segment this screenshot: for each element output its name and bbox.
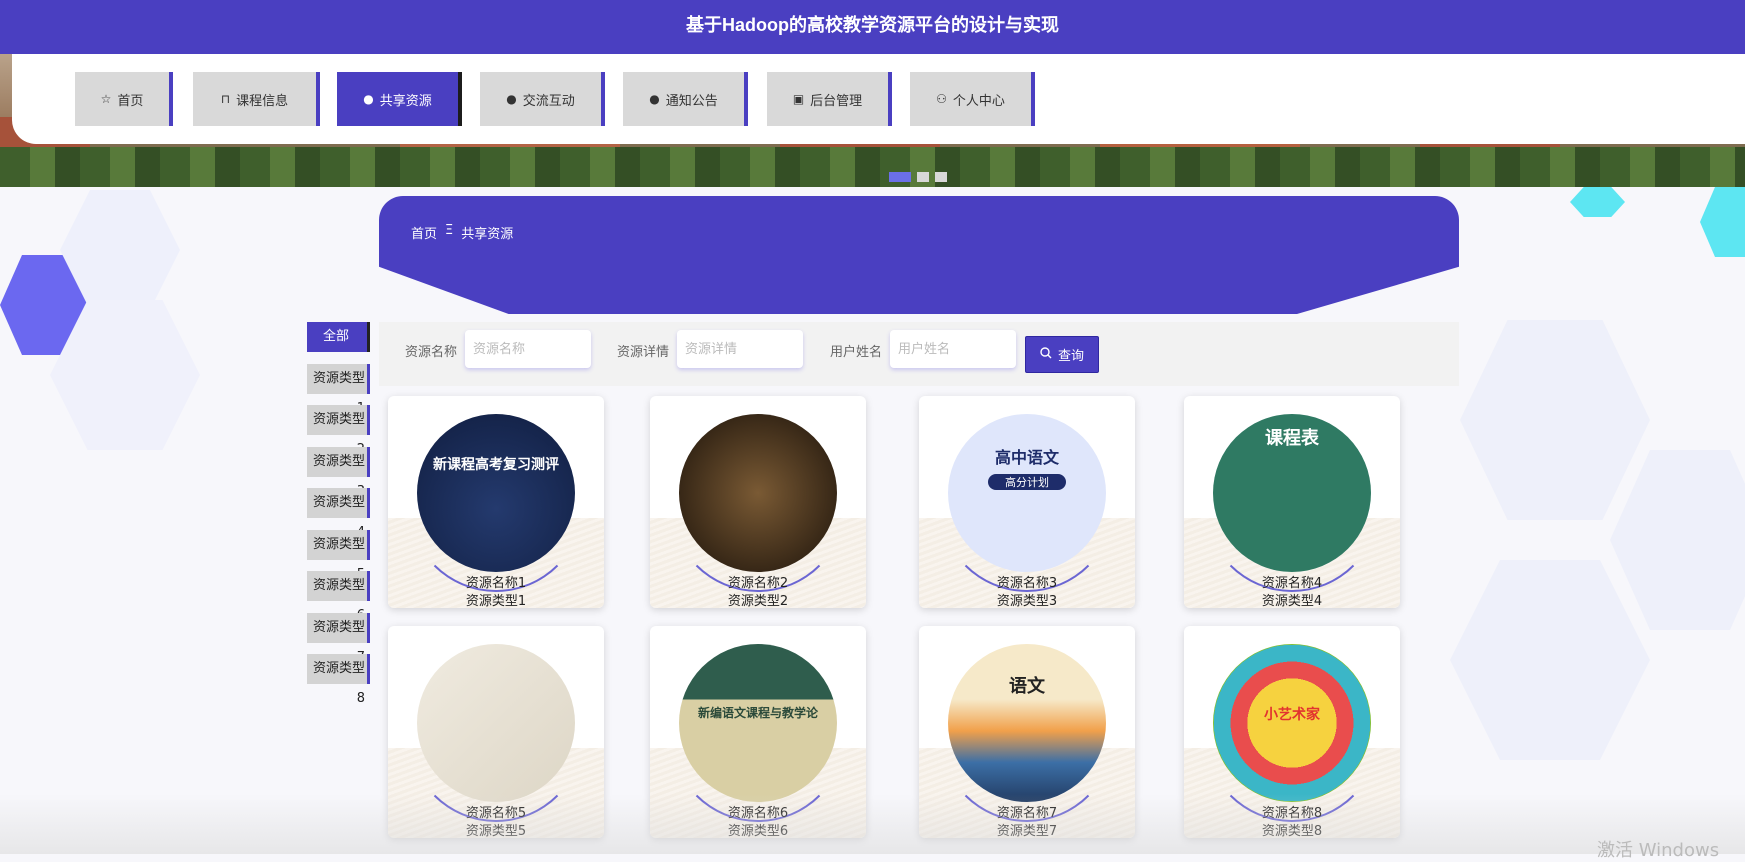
site-title: 基于Hadoop的高校教学资源平台的设计与实现 xyxy=(0,0,1745,54)
carousel-dot[interactable] xyxy=(889,172,911,182)
resource-card[interactable]: 高中语文高分计划资源名称3 资源类型3 xyxy=(919,396,1135,608)
decor-hex xyxy=(1460,320,1650,520)
category-item[interactable]: 资源类型2 xyxy=(307,405,370,457)
carousel-dot[interactable] xyxy=(935,172,947,182)
cover-text: 课程表 xyxy=(1265,428,1319,449)
cover-text: 新编语文课程与教学论 xyxy=(697,706,818,720)
nav-item-label: 后台管理 xyxy=(810,93,863,109)
resource-cover-image[interactable]: 新课程高考复习测评 xyxy=(417,414,575,572)
resource-cover-image[interactable]: 课程表 xyxy=(1213,414,1371,572)
info-icon: ● xyxy=(363,92,374,106)
decor-hex xyxy=(1450,560,1650,760)
cover-text: 新课程高考复习测评 xyxy=(433,457,559,473)
resource-name-input[interactable] xyxy=(465,330,591,368)
breadcrumb-separator-icon: Ξ xyxy=(445,223,454,238)
resource-name: 资源名称4 xyxy=(1261,576,1323,591)
resource-cover-image[interactable]: 高中语文 高分计划 xyxy=(948,414,1106,572)
carousel-dot[interactable] xyxy=(917,172,929,182)
resource-name: 资源名称2 xyxy=(727,576,789,591)
decor-hex xyxy=(1610,450,1745,630)
decor-hex xyxy=(1700,187,1745,257)
nav-item-1[interactable]: ⊓ 课程信息 xyxy=(193,72,320,126)
resource-cover-image[interactable] xyxy=(417,644,575,802)
category-all[interactable]: 全部 xyxy=(307,322,370,352)
resource-cover-image[interactable]: 语文 xyxy=(948,644,1106,802)
category-item[interactable]: 资源类型3 xyxy=(307,446,370,499)
nav-item-label: 通知公告 xyxy=(665,93,718,109)
nav-item-2[interactable]: ● 共享资源 xyxy=(337,72,462,126)
resource-cover-image[interactable]: 新编语文课程与教学论 xyxy=(679,644,837,802)
nav-item-label: 首页 xyxy=(117,93,144,109)
category-item[interactable]: 资源类型4 xyxy=(307,488,370,540)
nav-item-label: 个人中心 xyxy=(952,93,1005,109)
breadcrumb: 首页 Ξ 共享资源 xyxy=(411,223,513,242)
nav-item-label: 课程信息 xyxy=(236,93,289,109)
resource-cover-image[interactable]: 小艺术家 xyxy=(1213,644,1371,802)
category-item[interactable]: 资源类型1 xyxy=(307,363,370,416)
nav-item-label: 交流互动 xyxy=(522,93,575,109)
cover-subtext: 高分计划 xyxy=(988,474,1066,490)
search-button[interactable]: 查询 xyxy=(1025,336,1099,373)
search-button-label: 查询 xyxy=(1057,349,1084,364)
nav-item-4[interactable]: ● 通知公告 xyxy=(623,72,748,126)
briefcase-icon: ▣ xyxy=(792,92,805,106)
nav-item-label: 共享资源 xyxy=(379,93,432,109)
resource-card[interactable]: 资源名称2 资源类型2 xyxy=(650,396,866,608)
user-icon: ⚇ xyxy=(936,92,947,106)
category-item[interactable]: 资源类型6 xyxy=(307,571,370,623)
resource-detail-input[interactable] xyxy=(677,330,803,368)
resource-type: 资源类型4 xyxy=(1261,594,1323,608)
nav-item-6[interactable]: ⚇ 个人中心 xyxy=(910,72,1035,126)
resource-detail-label: 资源详情 xyxy=(617,345,670,360)
resource-type: 资源类型3 xyxy=(996,594,1058,608)
resource-cover-image[interactable] xyxy=(679,414,837,572)
nav-item-5[interactable]: ▣ 后台管理 xyxy=(767,72,892,126)
category-item[interactable]: 资源类型7 xyxy=(307,612,370,665)
user-name-input[interactable] xyxy=(890,330,1016,368)
nav-item-0[interactable]: ☆ 首页 xyxy=(75,72,173,126)
cover-text: 高中语文 xyxy=(994,448,1059,467)
resource-name-label: 资源名称 xyxy=(405,345,458,360)
footer-fade xyxy=(0,794,1745,854)
bag-icon: ⊓ xyxy=(220,92,231,106)
breadcrumb-home[interactable]: 首页 xyxy=(411,223,437,242)
resource-type: 资源类型2 xyxy=(727,594,789,608)
resource-card[interactable]: 课程表资源名称4 资源类型4 xyxy=(1184,396,1400,608)
resource-card[interactable]: 新课程高考复习测评 资源名称1 资源类型1 xyxy=(388,396,604,608)
carousel-dots[interactable] xyxy=(889,172,947,182)
info-icon: ● xyxy=(649,92,660,106)
cover-text: 语文 xyxy=(1009,676,1045,697)
category-item[interactable]: 资源类型5 xyxy=(307,529,370,582)
cover-text: 小艺术家 xyxy=(1264,707,1320,723)
category-item[interactable]: 资源类型8 xyxy=(307,654,370,706)
question-icon: ● xyxy=(506,92,517,106)
resource-type: 资源类型1 xyxy=(465,594,527,608)
star-icon: ☆ xyxy=(100,92,112,106)
windows-watermark: 激活 Windows xyxy=(1597,840,1720,861)
resource-name: 资源名称3 xyxy=(996,576,1058,591)
search-icon xyxy=(1040,346,1052,363)
breadcrumb-band xyxy=(379,196,1459,314)
user-name-label: 用户姓名 xyxy=(830,345,883,360)
resource-name: 资源名称1 xyxy=(465,576,527,591)
decor-hex xyxy=(1570,187,1625,217)
nav-item-3[interactable]: ● 交流互动 xyxy=(480,72,605,126)
breadcrumb-current: 共享资源 xyxy=(461,227,514,242)
